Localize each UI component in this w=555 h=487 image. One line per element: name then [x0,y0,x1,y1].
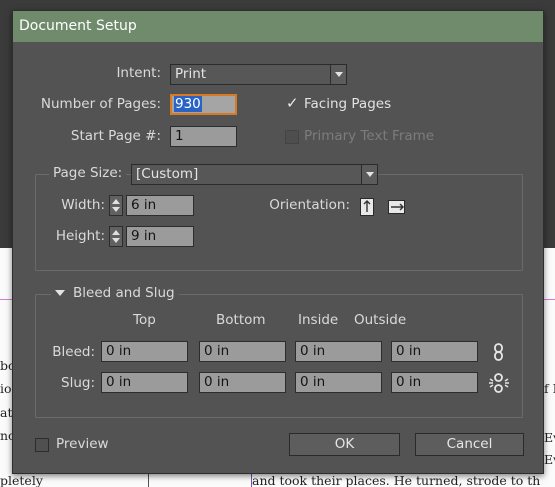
slug-outside-input[interactable]: 0 in [391,372,478,393]
stepper-down-icon [112,207,120,212]
preview-label: Preview [56,436,109,452]
column-header-top: Top [133,312,156,328]
page-size-select[interactable]: [Custom] [131,164,378,185]
column-header-bottom: Bottom [216,312,266,328]
bleed-outside-input[interactable]: 0 in [391,341,478,362]
bleed-top-value: 0 in [106,343,132,359]
disclosure-triangle-icon [55,290,65,296]
bg-text-line: f I [544,381,555,396]
bleed-outside-value: 0 in [396,343,422,359]
slug-outside-value: 0 in [396,374,422,390]
height-stepper[interactable] [109,226,123,247]
stepper-up-icon [112,230,120,235]
slug-inside-input[interactable]: 0 in [295,372,382,393]
margin-guide-right [544,299,555,300]
page-size-value: [Custom] [136,166,199,182]
bleed-slug-title: Bleed and Slug [73,285,175,301]
stepper-down-icon [112,238,120,243]
bleed-slug-header[interactable]: Bleed and Slug [51,285,179,301]
primary-text-frame-checkbox[interactable] [285,130,299,144]
bleed-top-input[interactable]: 0 in [101,341,188,362]
slug-label: Slug: [61,375,95,391]
start-page-input[interactable]: 1 [170,126,237,147]
primary-text-frame-label: Primary Text Frame [304,128,435,144]
height-value: 9 in [131,228,157,244]
start-page-label: Start Page #: [70,128,161,144]
portrait-orientation-icon[interactable] [359,197,377,217]
column-header-inside: Inside [298,312,339,328]
bg-text-line: and took their places. He turned, strode… [252,473,541,487]
cancel-button[interactable]: Cancel [415,433,524,456]
bg-text-line: pletely [0,473,43,487]
bg-text-line: Ev [544,430,555,445]
chevron-down-icon [330,65,346,84]
bleed-bottom-input[interactable]: 0 in [199,341,286,362]
intent-select[interactable]: Print [170,64,347,85]
page-size-group [35,174,523,271]
height-label: Height: [55,228,105,244]
bleed-label: Bleed: [52,344,95,360]
link-chain-icon[interactable] [490,342,508,362]
page-size-label: Page Size: [49,165,127,181]
bleed-bottom-value: 0 in [204,343,230,359]
slug-top-input[interactable]: 0 in [101,372,188,393]
intent-value: Print [175,66,207,82]
stepper-up-icon [112,199,120,204]
orientation-label: Orientation: [269,197,350,213]
start-page-value: 1 [175,128,184,144]
width-value: 6 in [131,197,157,213]
height-input[interactable]: 9 in [126,226,194,247]
width-label: Width: [61,197,105,213]
width-input[interactable]: 6 in [126,195,194,216]
slug-top-value: 0 in [106,374,132,390]
slug-inside-value: 0 in [300,374,326,390]
number-of-pages-value: 930 [174,96,202,112]
bleed-inside-value: 0 in [300,343,326,359]
number-of-pages-input[interactable]: 930 [170,94,237,115]
slug-bottom-value: 0 in [204,374,230,390]
intent-label: Intent: [116,65,161,81]
preview-checkbox[interactable] [35,438,49,452]
checkmark-icon: ✓ [286,94,299,112]
landscape-orientation-icon[interactable] [387,197,405,217]
broken-link-icon[interactable] [488,373,510,393]
facing-pages-label: Facing Pages [304,96,392,112]
bg-text-line: Ev [544,452,555,467]
dialog-title: Document Setup [13,11,543,42]
width-stepper[interactable] [109,195,123,216]
facing-pages-checkbox[interactable]: ✓ [285,94,299,112]
document-setup-dialog: Document Setup Intent: Print Number of P… [12,10,544,474]
number-of-pages-label: Number of Pages: [40,96,161,112]
column-header-outside: Outside [354,312,407,328]
chevron-down-icon [361,165,377,184]
slug-bottom-input[interactable]: 0 in [199,372,286,393]
ok-button[interactable]: OK [289,433,400,456]
bleed-inside-input[interactable]: 0 in [295,341,382,362]
